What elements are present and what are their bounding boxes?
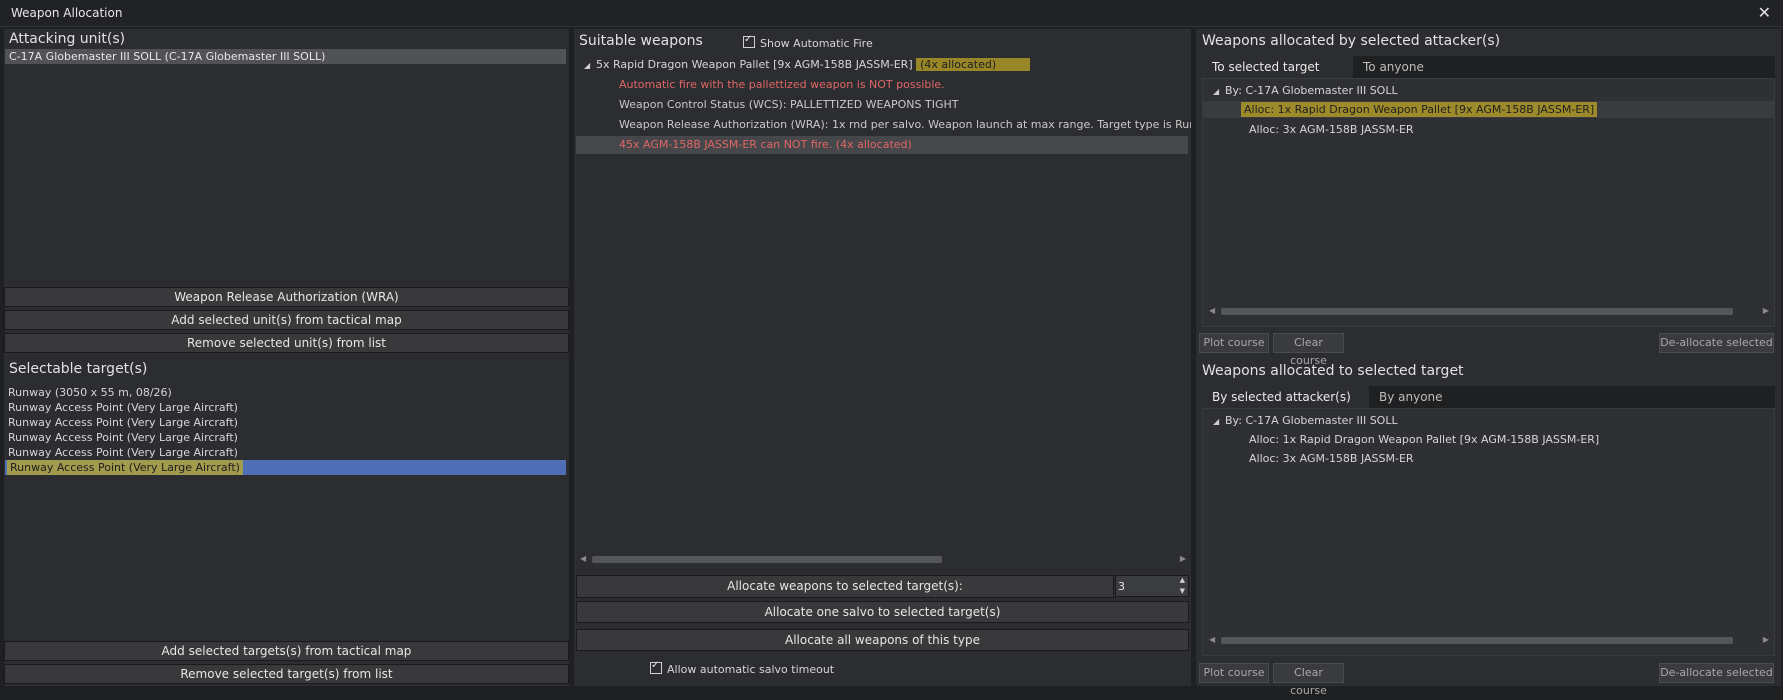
weapons-hscrollbar[interactable]: ◀ ▶ [580,554,1186,564]
plot-course-button[interactable]: Plot course [1199,333,1269,353]
attacker-group-name: By: C-17A Globemaster III SOLL [1225,84,1398,97]
plot-course-button[interactable]: Plot course [1199,663,1269,683]
attacking-unit-item[interactable]: C-17A Globemaster III SOLL (C-17A Globem… [5,49,566,64]
show-auto-fire-label: Show Automatic Fire [760,37,873,50]
targets-list[interactable]: Runway (3050 x 55 m, 08/26) Runway Acces… [4,385,569,665]
target-item[interactable]: Runway Access Point (Very Large Aircraft… [7,460,243,475]
tab-by-anyone[interactable]: By anyone [1369,386,1457,408]
selected-weapon-row[interactable]: 45x AGM-158B JASSM-ER can NOT fire. (4x … [576,136,1188,154]
allocation-item[interactable]: Alloc: 1x Rapid Dragon Weapon Pallet [9x… [1241,102,1598,117]
weapon-group-row[interactable]: ◢ 5x Rapid Dragon Weapon Pallet [9x AGM-1… [584,57,1031,73]
weapon-group-name: 5x Rapid Dragon Weapon Pallet [9x AGM-15… [596,58,913,71]
selected-target-row[interactable]: Runway Access Point (Very Large Aircraft… [5,460,566,475]
attacker-group-row[interactable]: ◢ By: C-17A Globemaster III SOLL [1213,83,1398,98]
target-allocations-tree[interactable]: ◢ By: C-17A Globemaster III SOLL Alloc: 1… [1202,408,1775,656]
deallocate-button[interactable]: De-allocate selected [1659,663,1774,683]
wra-button[interactable]: Weapon Release Authorization (WRA) [4,287,569,307]
attacker-allocations-tree[interactable]: ◢ By: C-17A Globemaster III SOLL Alloc: 1… [1202,78,1775,327]
scroll-right-icon[interactable]: ▶ [1763,306,1769,315]
expand-triangle-icon[interactable]: ◢ [1213,84,1225,99]
tab-selected-target-only[interactable]: To selected target only [1202,56,1353,96]
target-item[interactable]: Runway Access Point (Very Large Aircraft… [8,415,238,430]
middle-panel: Suitable weapons Show Automatic Fire ◢5x… [574,29,1191,686]
allocate-all-button[interactable]: Allocate all weapons of this type [576,629,1189,651]
title-bar: Weapon Allocation ✕ [0,0,1783,27]
target-tabs: By selected attacker(s) only By anyone [1202,386,1775,426]
auto-salvo-label: Allow automatic salvo timeout [667,663,835,676]
scroll-right-icon[interactable]: ▶ [1180,554,1186,563]
scroll-thumb[interactable] [1221,308,1733,315]
target-item[interactable]: Runway Access Point (Very Large Aircraft… [8,430,238,445]
target-item[interactable]: Runway (3050 x 55 m, 08/26) [8,385,172,400]
scroll-right-icon[interactable]: ▶ [1763,635,1769,644]
allocated-by-attacker-heading: Weapons allocated by selected attacker(s… [1202,33,1501,49]
allocate-salvo-button[interactable]: Allocate one salvo to selected target(s) [576,601,1189,623]
weapons-tree[interactable]: ◢ 5x Rapid Dragon Weapon Pallet [9x AGM-1… [574,57,1191,577]
spin-down-icon[interactable]: ▼ [1180,587,1185,595]
tab-to-anyone[interactable]: To anyone [1353,56,1443,78]
add-units-button[interactable]: Add selected unit(s) from tactical map [4,310,569,330]
highlighted-allocation-row[interactable]: Alloc: 1x Rapid Dragon Weapon Pallet [9x… [1203,101,1774,118]
target-item[interactable]: Runway Access Point (Very Large Aircraft… [8,445,238,460]
weapon-line[interactable]: Weapon Control Status (WCS): PALLETTIZED… [619,97,959,112]
scroll-thumb[interactable] [592,556,942,563]
scroll-left-icon[interactable]: ◀ [580,554,586,563]
weapon-line[interactable]: Automatic fire with the pallettized weap… [619,77,945,92]
scroll-left-icon[interactable]: ◀ [1209,635,1215,644]
close-icon[interactable]: ✕ [1758,3,1771,22]
expand-triangle-icon[interactable]: ◢ [584,58,596,73]
add-targets-button[interactable]: Add selected targets(s) from tactical ma… [4,641,569,661]
auto-salvo-checkbox[interactable]: Allow automatic salvo timeout [650,660,835,676]
attacking-units-heading: Attacking unit(s) [9,31,126,47]
remove-targets-button[interactable]: Remove selected target(s) from list [4,664,569,684]
allocation-item[interactable]: Alloc: 3x AGM-158B JASSM-ER [1249,122,1414,137]
attacker-hscrollbar[interactable]: ◀ ▶ [1209,306,1769,316]
weapon-line[interactable]: Weapon Release Authorization (WRA): 1x r… [619,117,1191,132]
weapon-group-allocated: (4x allocated) [916,58,1031,71]
selectable-targets-heading: Selectable target(s) [9,361,148,377]
allocation-item[interactable]: Alloc: 1x Rapid Dragon Weapon Pallet [9x… [1249,432,1599,447]
target-hscrollbar[interactable]: ◀ ▶ [1209,635,1769,645]
clear-course-button[interactable]: Clear course [1273,333,1344,367]
quantity-stepper[interactable]: ▲ ▼ [1115,575,1189,597]
suitable-weapons-heading: Suitable weapons [579,33,703,49]
left-panel: Attacking unit(s) C-17A Globemaster III … [4,29,569,686]
target-item[interactable]: Runway Access Point (Very Large Aircraft… [8,400,238,415]
quantity-input[interactable] [1118,578,1168,594]
attacker-tabs: To selected target only To anyone [1202,56,1775,96]
window-title: Weapon Allocation [11,6,123,20]
tab-selected-attackers-only[interactable]: By selected attacker(s) only [1202,386,1369,426]
expand-triangle-icon[interactable]: ◢ [1213,414,1225,429]
scroll-thumb[interactable] [1221,637,1733,644]
right-panel: Weapons allocated by selected attacker(s… [1196,29,1781,697]
allocated-to-target-heading: Weapons allocated to selected target [1202,363,1464,379]
target-group-row[interactable]: ◢ By: C-17A Globemaster III SOLL [1213,413,1398,428]
show-auto-fire-checkbox[interactable]: Show Automatic Fire [743,34,873,50]
deallocate-button[interactable]: De-allocate selected [1659,333,1774,353]
remove-units-button[interactable]: Remove selected unit(s) from list [4,333,569,353]
checkbox-icon[interactable] [743,34,755,48]
weapon-line[interactable]: 45x AGM-158B JASSM-ER can NOT fire. (4x … [619,137,912,152]
attacking-units-list[interactable]: C-17A Globemaster III SOLL (C-17A Globem… [4,49,569,279]
spin-up-icon[interactable]: ▲ [1180,576,1185,584]
allocation-item[interactable]: Alloc: 3x AGM-158B JASSM-ER [1249,451,1414,466]
target-group-name: By: C-17A Globemaster III SOLL [1225,414,1398,427]
scroll-left-icon[interactable]: ◀ [1209,306,1215,315]
clear-course-button[interactable]: Clear course [1273,663,1344,697]
checkbox-icon[interactable] [650,660,662,674]
allocate-weapons-button[interactable]: Allocate weapons to selected target(s): [576,575,1114,598]
